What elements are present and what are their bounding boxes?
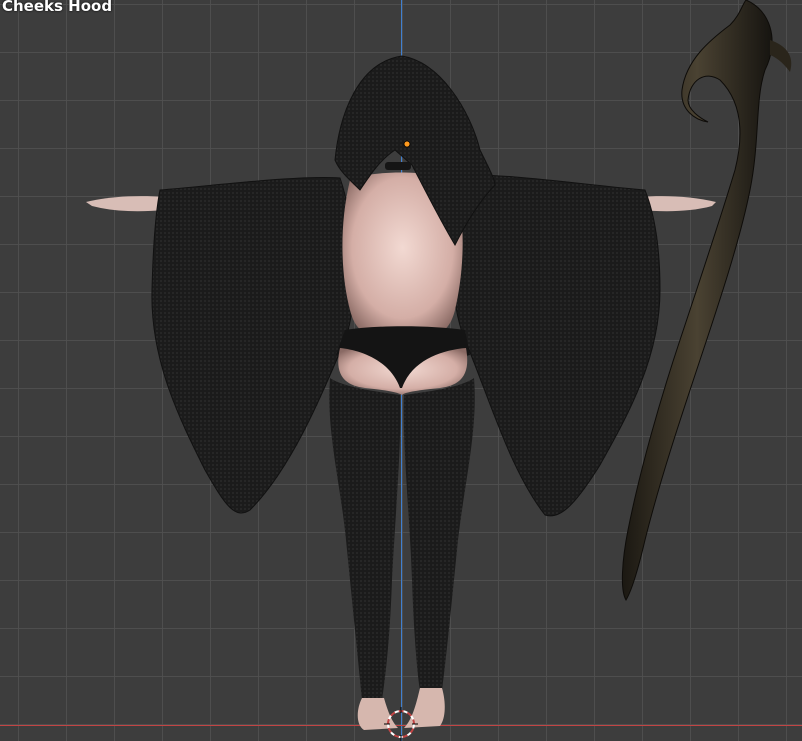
right-leg — [403, 378, 475, 690]
scene-render[interactable] — [0, 0, 802, 741]
left-arm — [86, 196, 165, 212]
right-sleeve — [451, 174, 661, 517]
staff-claw — [770, 40, 792, 72]
active-object-label: Cheeks Hood — [2, 0, 113, 15]
3d-viewport[interactable]: Cheeks Hood — [0, 0, 802, 741]
object-origin-icon — [403, 140, 411, 148]
choker — [385, 162, 411, 170]
3d-cursor-icon — [384, 707, 418, 741]
left-sleeve — [151, 176, 355, 514]
right-foot — [404, 688, 445, 728]
left-leg — [329, 378, 401, 700]
